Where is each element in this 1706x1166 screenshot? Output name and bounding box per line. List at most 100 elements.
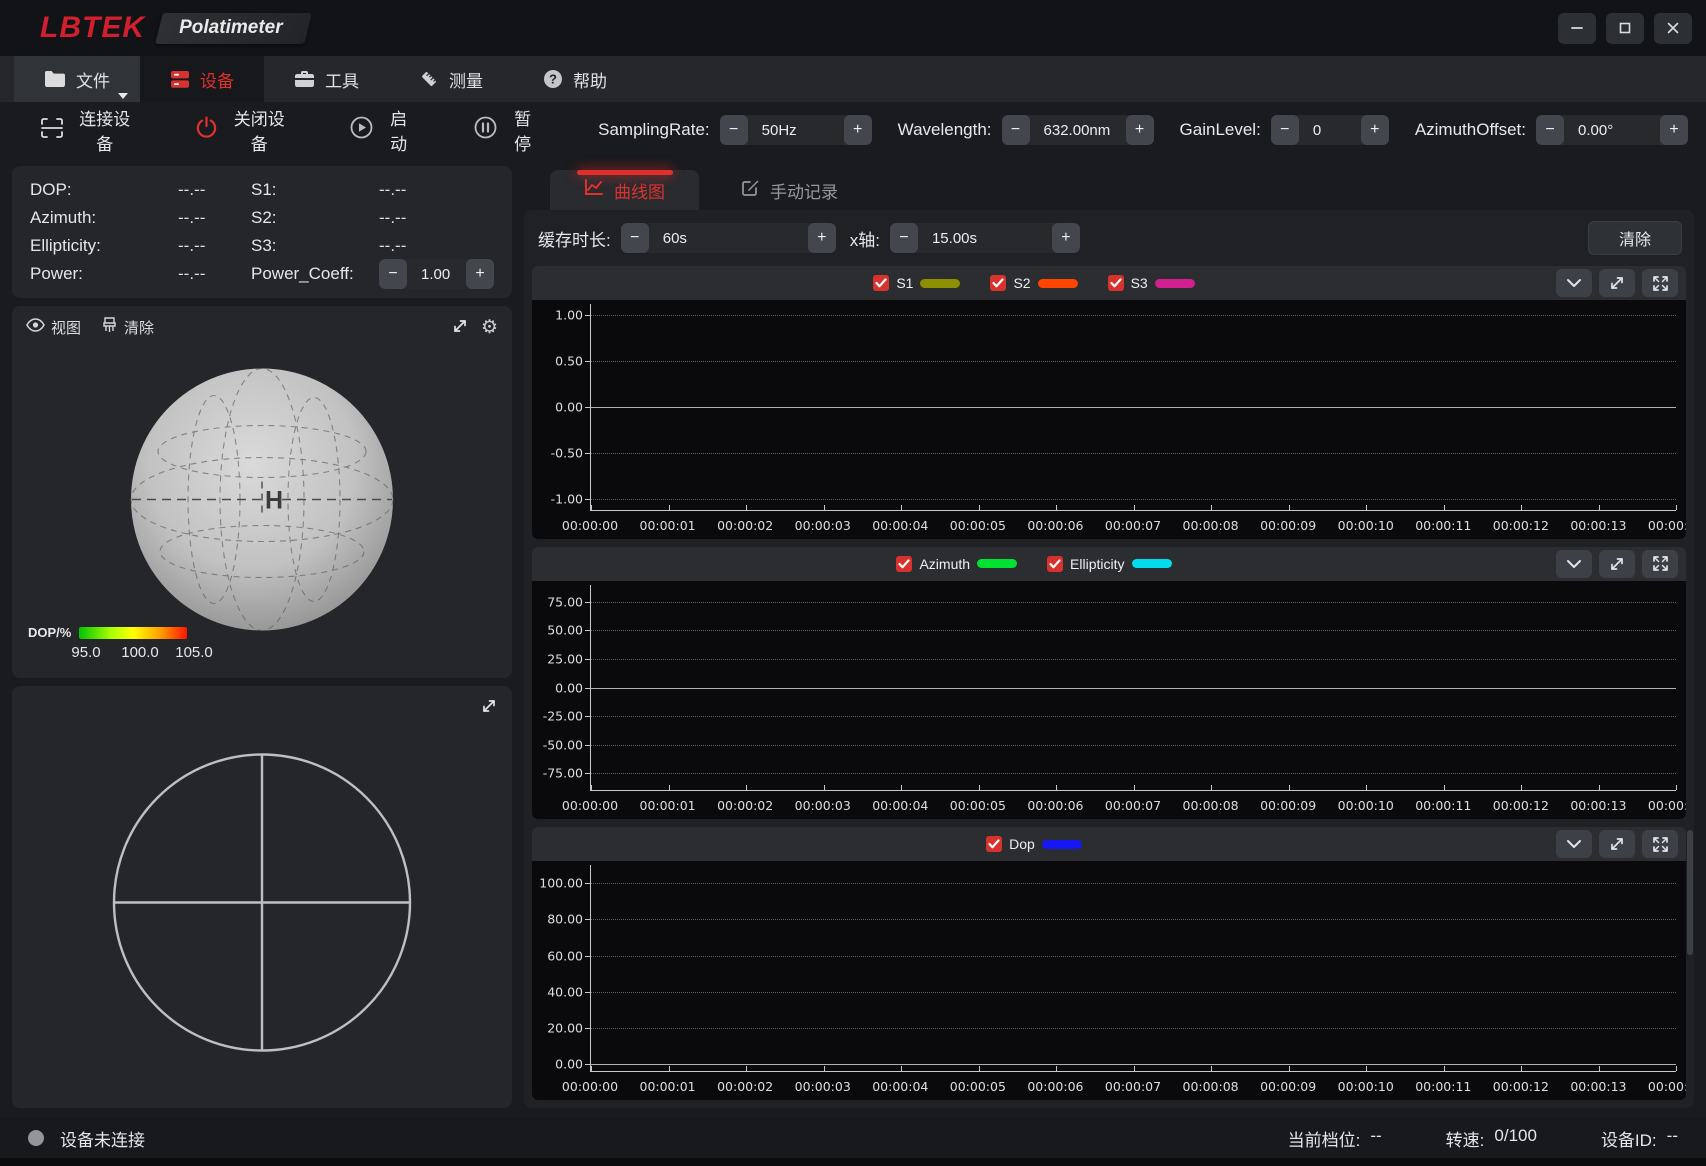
stepper-value[interactable]: 15.00s — [918, 223, 1052, 253]
expand-sphere-button[interactable] — [451, 317, 469, 338]
view-button[interactable]: 视图 — [26, 317, 81, 338]
series-checkbox[interactable] — [990, 275, 1007, 291]
stepper-value[interactable]: 632.00nm — [1030, 115, 1126, 145]
x-axis-tick-label: 00:00:11 — [1415, 798, 1472, 814]
x-axis-tick-label: 00:00:14 — [1647, 517, 1686, 533]
charts-scrollbar[interactable] — [1687, 829, 1693, 956]
connect-device-button[interactable]: 连接设备 — [40, 105, 133, 155]
x-axis-tick-label: 00:00:10 — [1337, 1079, 1394, 1095]
clear-charts-button[interactable]: 清除 — [1588, 221, 1682, 255]
expand-ellipse-button[interactable] — [480, 697, 498, 718]
stepper-label: SamplingRate: — [598, 120, 710, 139]
tab-curve[interactable]: 曲线图 — [550, 170, 699, 210]
decrement-button[interactable]: − — [1001, 115, 1030, 145]
chevron-down-icon — [1567, 279, 1581, 287]
tab-active-indicator — [576, 170, 673, 175]
maximize-icon — [1619, 22, 1631, 34]
fullscreen-icon — [1652, 275, 1668, 291]
series-checkbox[interactable] — [986, 836, 1003, 853]
maximize-button[interactable] — [1606, 12, 1644, 44]
stepper-value[interactable]: 1.00 — [407, 259, 466, 289]
close-device-button[interactable]: 关闭设备 — [195, 105, 288, 155]
decrement-button[interactable]: − — [379, 259, 407, 289]
series-checkbox[interactable] — [896, 555, 913, 572]
increment-button[interactable]: + — [466, 259, 494, 289]
decrement-button[interactable]: − — [1270, 115, 1299, 145]
close-icon — [1667, 22, 1679, 34]
chart-legend: Dop — [532, 836, 1536, 853]
statusbar: 设备未连接 当前档位: -- 转速: 0/100 设备ID: -- — [0, 1118, 1706, 1158]
menu-item-measure[interactable]: 测量 — [389, 56, 513, 102]
fullscreen-chart-button[interactable] — [1642, 549, 1678, 578]
brand-logo: LBTEK — [40, 11, 145, 44]
poincare-sphere[interactable]: H — [124, 362, 400, 643]
decrement-button[interactable]: − — [1536, 115, 1564, 145]
start-button[interactable]: 启动 — [350, 105, 412, 155]
connection-status-icon — [28, 1130, 44, 1146]
dropdown-arrow-icon — [118, 93, 128, 99]
status-item: 当前档位: -- — [1288, 1126, 1382, 1151]
legend-item: Dop — [986, 836, 1082, 853]
sphere-settings-button[interactable]: ⚙ — [481, 318, 498, 337]
collapse-chart-button[interactable] — [1556, 269, 1592, 297]
connect-icon — [41, 117, 63, 138]
readout-label: S2: — [251, 208, 277, 227]
increment-button[interactable]: + — [1360, 115, 1389, 145]
chart-x-axis-labels: 00:00:00 00:00:01 00:00:02 00:00:03 00:00:04… — [532, 514, 1686, 539]
fullscreen-chart-button[interactable] — [1642, 830, 1678, 859]
stepper-value[interactable]: 0 — [1299, 115, 1361, 145]
chart-tabs: 曲线图 手动记录 — [524, 166, 1694, 210]
series-checkbox[interactable] — [1047, 555, 1064, 572]
increment-button[interactable]: + — [843, 115, 872, 145]
fullscreen-chart-button[interactable] — [1642, 269, 1678, 297]
collapse-chart-button[interactable] — [1556, 549, 1592, 578]
readout-value: --.-- — [379, 236, 407, 255]
x-axis-tick-label: 00:00:02 — [717, 517, 774, 533]
x-axis-tick-label: 00:00:12 — [1492, 1079, 1549, 1095]
tab-manual-record[interactable]: 手动记录 — [707, 170, 872, 210]
chevron-down-icon — [1567, 840, 1581, 849]
increment-button[interactable]: + — [807, 223, 836, 253]
menu-item-file[interactable]: 文件 — [14, 56, 140, 102]
decrement-button[interactable]: − — [719, 115, 748, 145]
window-bottom-edge — [0, 1158, 1706, 1166]
x-axis-tick-label: 00:00:04 — [872, 798, 929, 814]
decrement-button[interactable]: − — [620, 223, 649, 253]
minimize-button[interactable] — [1558, 12, 1596, 44]
x-axis-range-stepper: x轴: − 15.00s + — [850, 223, 1080, 253]
y-axis-tick-label: 1.00 — [555, 307, 583, 323]
menu-item-device[interactable]: 设备 — [140, 56, 264, 102]
x-axis-tick-label: 00:00:09 — [1260, 1079, 1317, 1095]
expand-chart-button[interactable] — [1599, 549, 1635, 578]
pause-button[interactable]: 暂停 — [474, 105, 536, 155]
series-color-swatch — [920, 278, 961, 288]
chart-plot-area[interactable]: 75.00 50.00 25.00 0.00 -25.00 -50.00 -75.00 — [532, 580, 1686, 796]
chart-plot-area[interactable]: 1.00 0.50 0.00 -0.50 -1.00 — [532, 300, 1686, 515]
legend-item: S2 — [990, 275, 1078, 291]
series-checkbox[interactable] — [873, 275, 890, 291]
expand-chart-button[interactable] — [1599, 269, 1635, 297]
collapse-chart-button[interactable] — [1556, 830, 1592, 859]
stepper-value[interactable]: 60s — [649, 223, 808, 253]
series-name: Dop — [1009, 836, 1035, 853]
chart-x-axis-labels: 00:00:00 00:00:01 00:00:02 00:00:03 00:00:04… — [532, 1076, 1686, 1101]
increment-button[interactable]: + — [1051, 223, 1080, 253]
increment-button[interactable]: + — [1125, 115, 1154, 145]
x-axis-tick-label: 00:00:11 — [1415, 517, 1472, 533]
menu-item-tools[interactable]: 工具 — [264, 56, 389, 102]
menu-item-help[interactable]: ? 帮助 — [513, 56, 637, 102]
expand-chart-button[interactable] — [1599, 830, 1635, 859]
stepper-value[interactable]: 50Hz — [748, 115, 844, 145]
decrement-button[interactable]: − — [889, 223, 918, 253]
chart-plot-area[interactable]: 100.00 80.00 60.00 40.00 20.00 0.00 — [532, 861, 1686, 1077]
close-button[interactable] — [1654, 12, 1692, 44]
series-checkbox[interactable] — [1107, 275, 1124, 291]
stepper: − 15.00s + — [889, 223, 1080, 253]
readout-value: --.-- — [178, 208, 206, 227]
y-axis-tick-label: -75.00 — [542, 765, 583, 781]
clear-sphere-button[interactable]: 清除 — [101, 317, 154, 338]
stepper-value[interactable]: 0.00° — [1564, 115, 1660, 145]
curve-chart-icon — [585, 179, 603, 195]
increment-button[interactable]: + — [1660, 115, 1688, 145]
readout-value: --.-- — [379, 208, 407, 227]
